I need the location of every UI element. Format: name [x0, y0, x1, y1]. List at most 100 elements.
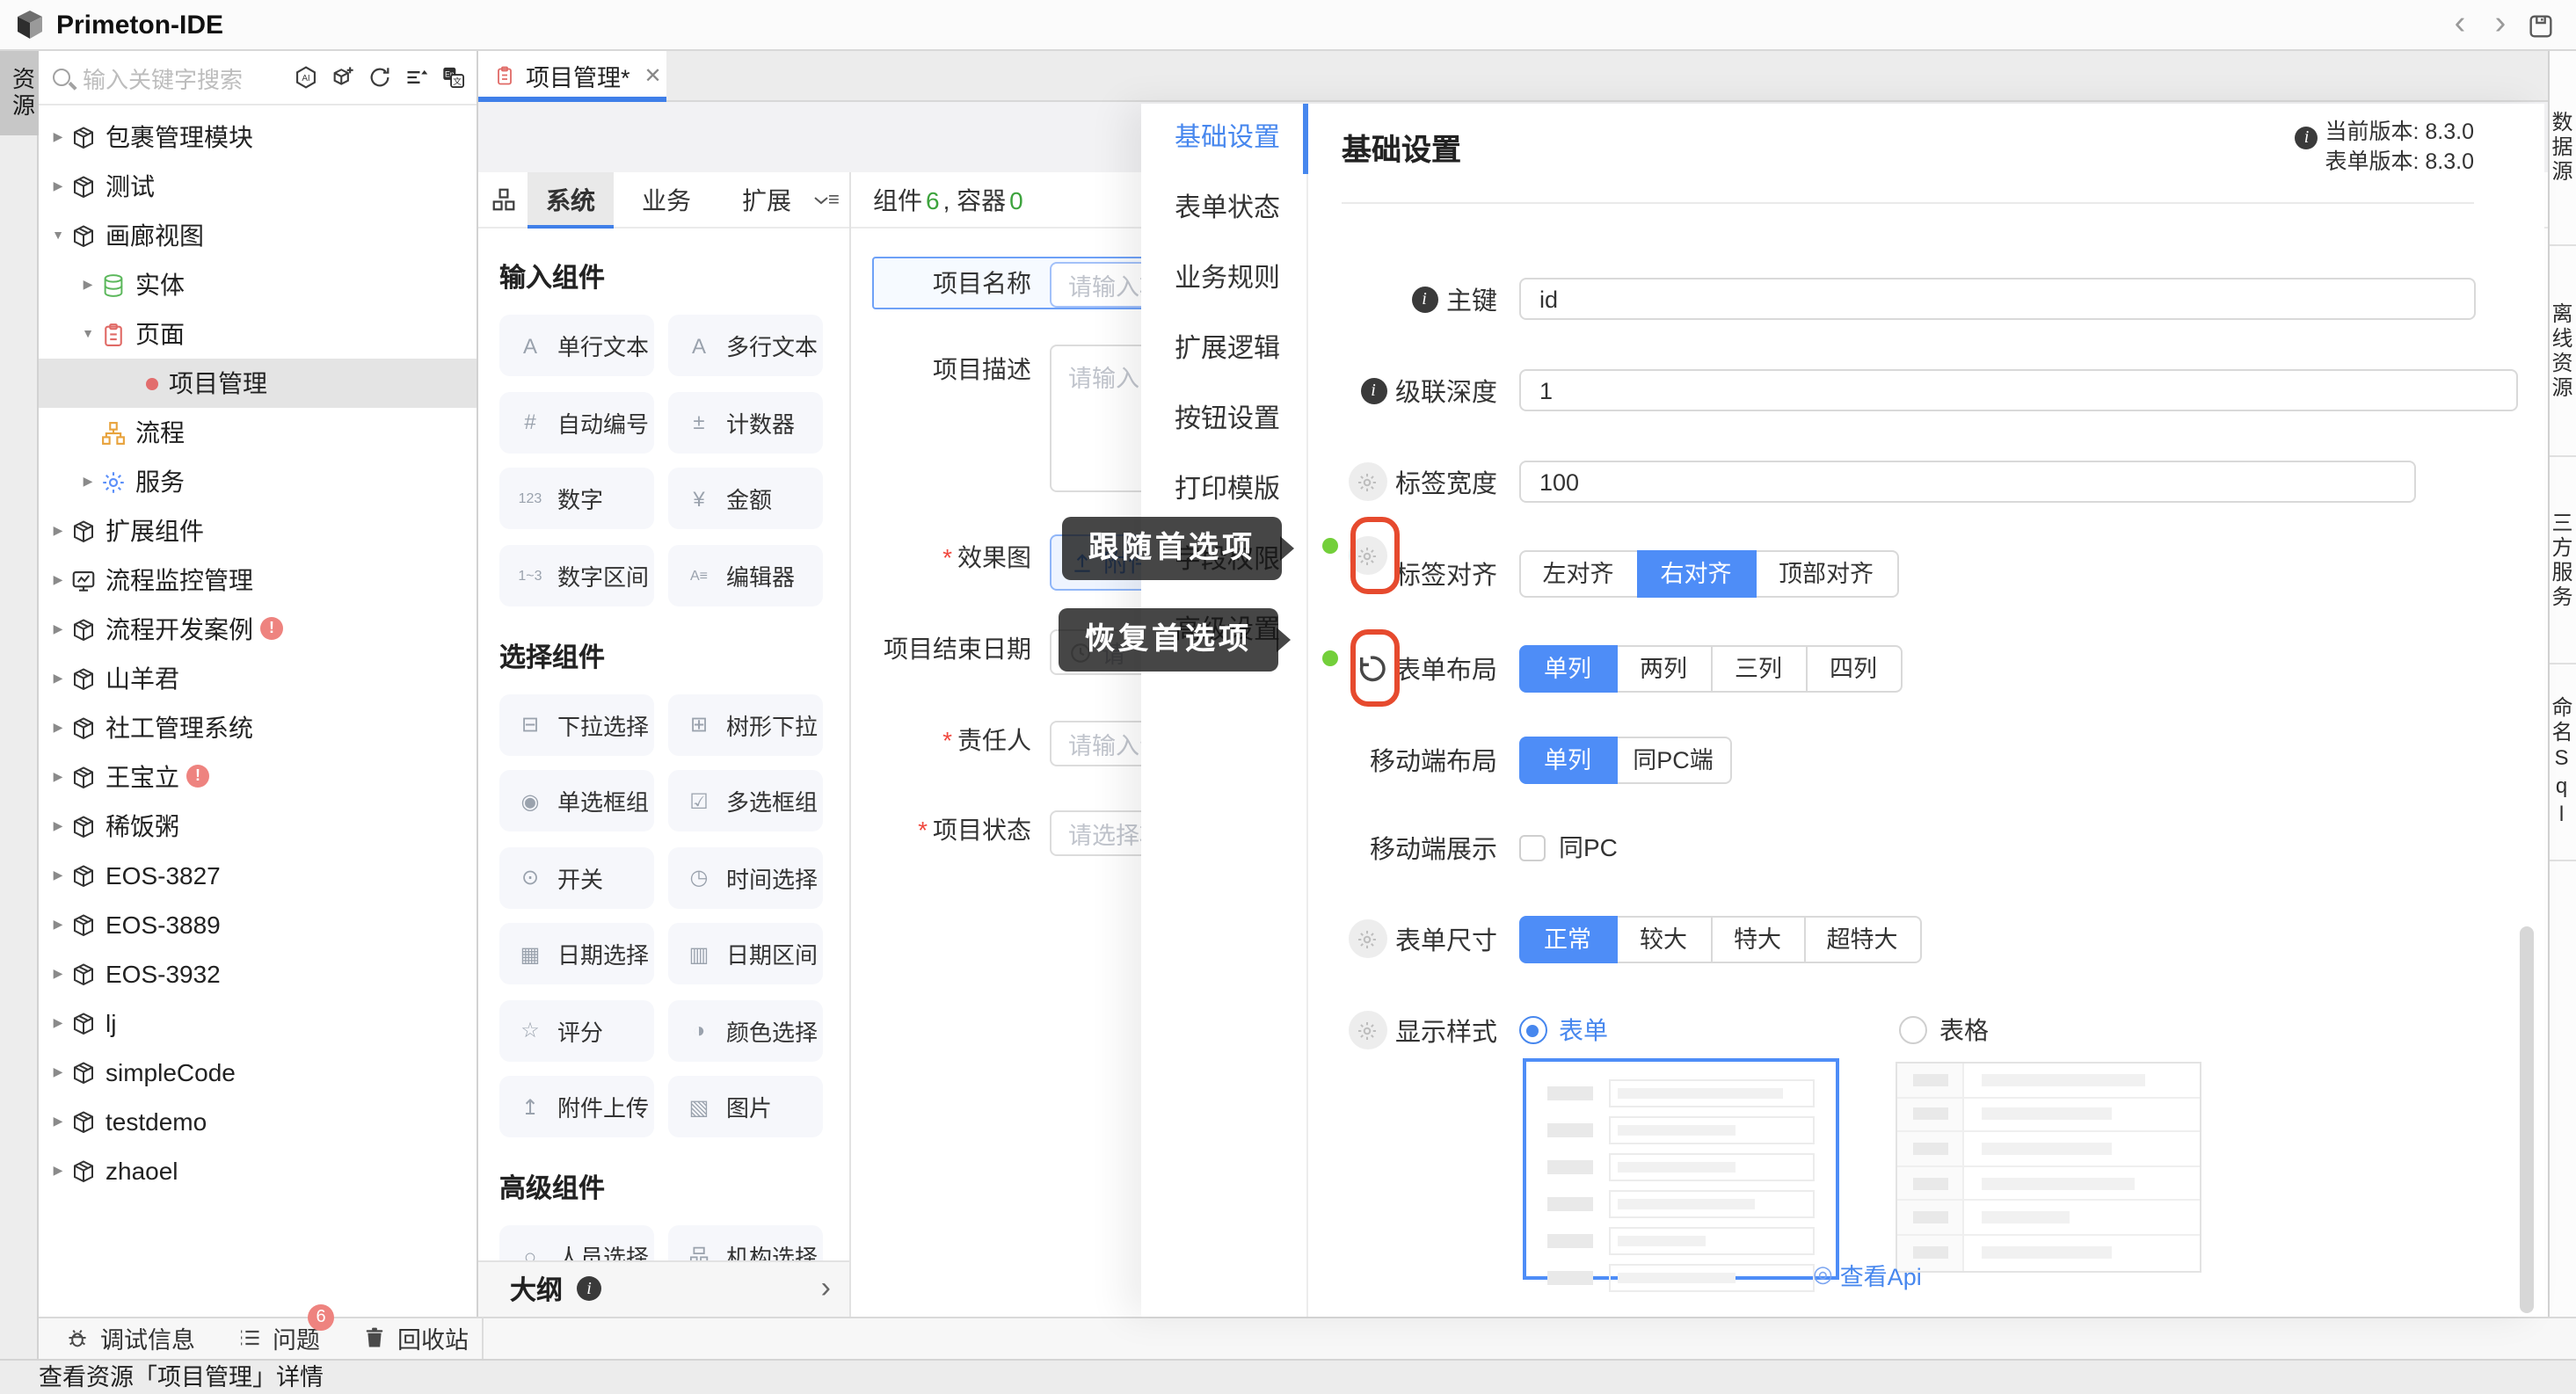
palette-item-多行文本[interactable]: A多行文本	[668, 315, 822, 376]
chevron-collapsed-icon[interactable]: ▶	[47, 1065, 69, 1079]
chevron-collapsed-icon[interactable]: ▶	[47, 967, 69, 981]
chevron-collapsed-icon[interactable]: ▶	[47, 130, 69, 144]
chevron-collapsed-icon[interactable]: ▶	[47, 524, 69, 538]
tree-item-EOS-3932[interactable]: ▶EOS-3932	[39, 949, 477, 998]
palette-item-自动编号[interactable]: #自动编号	[499, 391, 653, 453]
new-package-icon[interactable]	[331, 65, 355, 90]
tree-item-包裹管理模块[interactable]: ▶包裹管理模块	[39, 113, 477, 162]
option-单列[interactable]: 单列	[1518, 736, 1617, 783]
option-左对齐[interactable]: 左对齐	[1518, 549, 1638, 597]
option-超特大[interactable]: 超特大	[1803, 915, 1921, 962]
radio-table[interactable]	[1899, 1016, 1927, 1044]
chevron-expanded-icon[interactable]: ▼	[77, 328, 98, 340]
palette-item-颜色选择[interactable]: ◑颜色选择	[668, 999, 822, 1061]
right-rail-tab-离线资源[interactable]: 离线资源	[2549, 246, 2576, 457]
palette-item-人员选择[interactable]: ○人员选择	[499, 1225, 653, 1260]
chevron-collapsed-icon[interactable]: ▶	[77, 278, 98, 292]
palette-item-日期选择[interactable]: ▦日期选择	[499, 923, 653, 984]
chevron-expanded-icon[interactable]: ▼	[47, 229, 69, 242]
chevron-collapsed-icon[interactable]: ▶	[47, 1016, 69, 1030]
palette-tab-system[interactable]: 系统	[528, 172, 614, 228]
option-正常[interactable]: 正常	[1518, 915, 1617, 962]
view-api-link[interactable]: ◎ 查看Api	[1813, 1257, 1922, 1292]
palette-tab-business[interactable]: 业务	[628, 172, 705, 228]
tree-item-王宝立[interactable]: ▶王宝立!	[39, 752, 477, 802]
right-rail-tab-三方服务[interactable]: 三方服务	[2549, 457, 2576, 664]
级联深度-input[interactable]: 1	[1518, 369, 2517, 411]
palette-item-数字区间[interactable]: 1~3数字区间	[499, 544, 653, 606]
option-同PC端[interactable]: 同PC端	[1615, 736, 1731, 783]
chevron-collapsed-icon[interactable]: ▶	[47, 622, 69, 636]
components-icon[interactable]	[491, 186, 517, 213]
chevron-down-icon[interactable]	[810, 189, 831, 210]
option-特大[interactable]: 特大	[1710, 915, 1805, 962]
chevron-right-icon[interactable]: ›	[821, 1278, 831, 1299]
chevron-collapsed-icon[interactable]: ▶	[47, 918, 69, 932]
chevron-collapsed-icon[interactable]: ▶	[47, 1164, 69, 1178]
tree-item-流程监控管理[interactable]: ▶流程监控管理	[39, 555, 477, 605]
palette-item-图片[interactable]: ▧图片	[668, 1076, 822, 1137]
palette-tab-extension[interactable]: 扩展	[728, 172, 805, 228]
chevron-collapsed-icon[interactable]: ▶	[47, 819, 69, 833]
option-四列[interactable]: 四列	[1805, 644, 1902, 692]
radio-form[interactable]	[1518, 1016, 1546, 1044]
palette-item-开关[interactable]: ⊙开关	[499, 846, 653, 908]
save-icon[interactable]	[2527, 11, 2555, 40]
tree-item-流程开发案例[interactable]: ▶流程开发案例!	[39, 605, 477, 654]
ai-assistant-icon[interactable]: AI	[294, 65, 318, 90]
palette-item-金额[interactable]: ¥金额	[668, 468, 822, 529]
refresh-icon[interactable]	[367, 65, 392, 90]
tree-item-山羊君[interactable]: ▶山羊君	[39, 654, 477, 703]
palette-item-时间选择[interactable]: ◷时间选择	[668, 846, 822, 908]
tree-item-页面[interactable]: ▼页面	[39, 309, 477, 359]
option-单列[interactable]: 单列	[1518, 644, 1617, 692]
option-较大[interactable]: 较大	[1615, 915, 1712, 962]
option-右对齐[interactable]: 右对齐	[1636, 549, 1756, 597]
rail-tab-resources[interactable]: 资源	[0, 51, 39, 135]
right-rail-tab-命名Sql[interactable]: 命名Sql	[2549, 664, 2576, 861]
form-style-preview-selected[interactable]	[1523, 1058, 1839, 1280]
tree-item-EOS-3827[interactable]: ▶EOS-3827	[39, 851, 477, 900]
palette-item-编辑器[interactable]: A≡编辑器	[668, 544, 822, 606]
translate-icon[interactable]: En文	[441, 65, 466, 90]
chevron-collapsed-icon[interactable]: ▶	[77, 475, 98, 489]
option-顶部对齐[interactable]: 顶部对齐	[1754, 549, 1898, 597]
option-三列[interactable]: 三列	[1710, 644, 1807, 692]
tree-item-testdemo[interactable]: ▶testdemo	[39, 1097, 477, 1146]
tree-item-测试[interactable]: ▶测试	[39, 162, 477, 211]
settings-menu-item-扩展逻辑[interactable]: 扩展逻辑	[1141, 315, 1306, 385]
tree-item-lj[interactable]: ▶lj	[39, 998, 477, 1048]
palette-item-树形下拉[interactable]: ⊞树形下拉	[668, 693, 822, 755]
search-input[interactable]: 输入关键字搜索	[83, 61, 294, 94]
palette-item-下拉选择[interactable]: ⊟下拉选择	[499, 693, 653, 755]
标签宽度-input[interactable]: 100	[1518, 461, 2415, 503]
chevron-collapsed-icon[interactable]: ▶	[47, 868, 69, 882]
palette-item-计数器[interactable]: ±计数器	[668, 391, 822, 453]
palette-item-多选框组[interactable]: ☑多选框组	[668, 770, 822, 831]
tree-item-实体[interactable]: ▶实体	[39, 260, 477, 309]
tree-item-画廊视图[interactable]: ▼画廊视图	[39, 211, 477, 260]
settings-menu-item-打印模版[interactable]: 打印模版	[1141, 455, 1306, 526]
checkbox-same-as-pc[interactable]	[1518, 834, 1545, 860]
recycle-bin-button[interactable]: 回收站	[362, 1320, 469, 1355]
palette-item-数字[interactable]: 123数字	[499, 468, 653, 529]
palette-item-日期区间[interactable]: ▥日期区间	[668, 923, 822, 984]
panel-scrollbar[interactable]	[2520, 926, 2534, 1313]
close-tab-icon[interactable]: ✕	[644, 64, 662, 89]
option-两列[interactable]: 两列	[1615, 644, 1712, 692]
tree-item-流程[interactable]: 流程	[39, 408, 477, 457]
主键-input[interactable]: id	[1518, 278, 2475, 320]
settings-menu-item-基础设置[interactable]: 基础设置	[1141, 104, 1306, 174]
tree-item-扩展组件[interactable]: ▶扩展组件	[39, 506, 477, 555]
problems-button[interactable]: 问题 6	[237, 1320, 320, 1355]
chevron-collapsed-icon[interactable]: ▶	[47, 1114, 69, 1129]
chevron-collapsed-icon[interactable]: ▶	[47, 179, 69, 193]
tab-project-management[interactable]: 项目管理* ✕	[478, 51, 666, 101]
table-style-preview[interactable]	[1896, 1062, 2201, 1273]
outline-footer[interactable]: 大纲 i ›	[478, 1260, 850, 1316]
right-rail-tab-数据源[interactable]: 数据源	[2549, 51, 2576, 246]
palette-item-机构选择[interactable]: 品机构选择	[668, 1225, 822, 1260]
palette-item-单行文本[interactable]: A单行文本	[499, 315, 653, 376]
tree-item-稀饭粥[interactable]: ▶稀饭粥	[39, 802, 477, 851]
palette-item-评分[interactable]: ☆评分	[499, 999, 653, 1061]
